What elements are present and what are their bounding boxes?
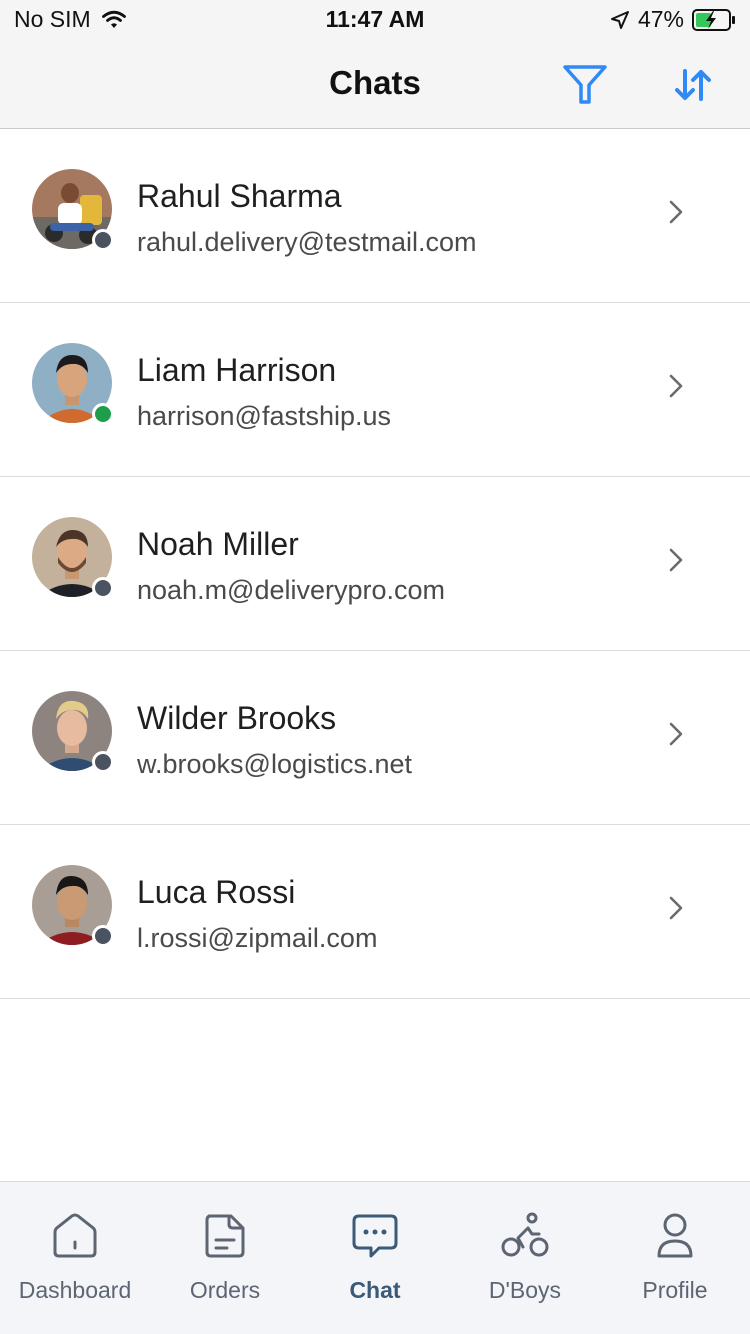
chevron-right-icon: [669, 200, 683, 224]
avatar-container: [32, 343, 114, 425]
avatar-container: [32, 517, 114, 599]
chevron-right-icon: [669, 374, 683, 398]
tab-label: D'Boys: [488, 1277, 562, 1303]
chat-list-item[interactable]: Luca Rossi l.rossi@zipmail.com: [0, 825, 750, 999]
document-icon: [205, 1214, 245, 1258]
bicycle-rider-icon: [501, 1212, 549, 1257]
presence-indicator: [92, 577, 114, 599]
chat-email: harrison@fastship.us: [137, 401, 392, 431]
avatar-container: [32, 865, 114, 947]
chat-name: Rahul Sharma: [137, 178, 342, 214]
status-right: 47%: [610, 6, 736, 33]
chat-email: l.rossi@zipmail.com: [137, 923, 378, 953]
battery-charging-icon: [692, 8, 735, 31]
chat-name: Liam Harrison: [137, 352, 337, 388]
chat-name: Wilder Brooks: [137, 700, 337, 736]
chat-list: Rahul Sharma rahul.delivery@testmail.com…: [0, 129, 750, 999]
chat-name: Noah Miller: [137, 526, 299, 562]
chat-bubble-icon: [352, 1214, 398, 1258]
chevron-right-icon: [669, 548, 683, 572]
nav-bar: Chats: [0, 40, 750, 129]
avatar-container: [32, 691, 114, 773]
chat-email: noah.m@deliverypro.com: [137, 575, 446, 605]
presence-indicator: [92, 229, 114, 251]
chat-list-item[interactable]: Noah Miller noah.m@deliverypro.com: [0, 477, 750, 651]
tab-chat[interactable]: Chat: [300, 1182, 450, 1334]
chat-list-item[interactable]: Wilder Brooks w.brooks@logistics.net: [0, 651, 750, 825]
tab-dashboard[interactable]: Dashboard: [0, 1182, 150, 1334]
presence-indicator: [92, 751, 114, 773]
person-icon: [657, 1213, 693, 1258]
tab-profile[interactable]: Profile: [600, 1182, 750, 1334]
home-icon: [53, 1213, 97, 1258]
tab-label: Chat: [349, 1277, 401, 1303]
filter-button[interactable]: [560, 60, 610, 110]
chat-list-item[interactable]: Rahul Sharma rahul.delivery@testmail.com: [0, 129, 750, 303]
chat-list-item[interactable]: Liam Harrison harrison@fastship.us: [0, 303, 750, 477]
tab-label: Dashboard: [18, 1277, 132, 1303]
chat-email: w.brooks@logistics.net: [137, 749, 413, 779]
battery-percent: 47%: [637, 6, 684, 32]
tab-dboys[interactable]: D'Boys: [450, 1182, 600, 1334]
chevron-right-icon: [669, 722, 683, 746]
chevron-right-icon: [669, 896, 683, 920]
filter-icon: [563, 65, 607, 104]
sort-button[interactable]: [668, 60, 718, 110]
tab-orders[interactable]: Orders: [150, 1182, 300, 1334]
tab-label: Orders: [189, 1277, 261, 1303]
chat-email: rahul.delivery@testmail.com: [137, 227, 477, 257]
avatar-container: [32, 169, 114, 251]
presence-indicator: [92, 925, 114, 947]
chat-name: Luca Rossi: [137, 874, 296, 910]
tab-label: Profile: [642, 1277, 708, 1303]
sort-icon: [675, 69, 711, 101]
location-arrow-icon: [610, 10, 629, 29]
tab-bar: Dashboard Orders Chat D'Boys Profile: [0, 1181, 750, 1334]
status-bar: No SIM 11:47 AM 47%: [0, 0, 750, 40]
page-title: Chats: [329, 64, 421, 101]
presence-indicator: [92, 403, 114, 425]
